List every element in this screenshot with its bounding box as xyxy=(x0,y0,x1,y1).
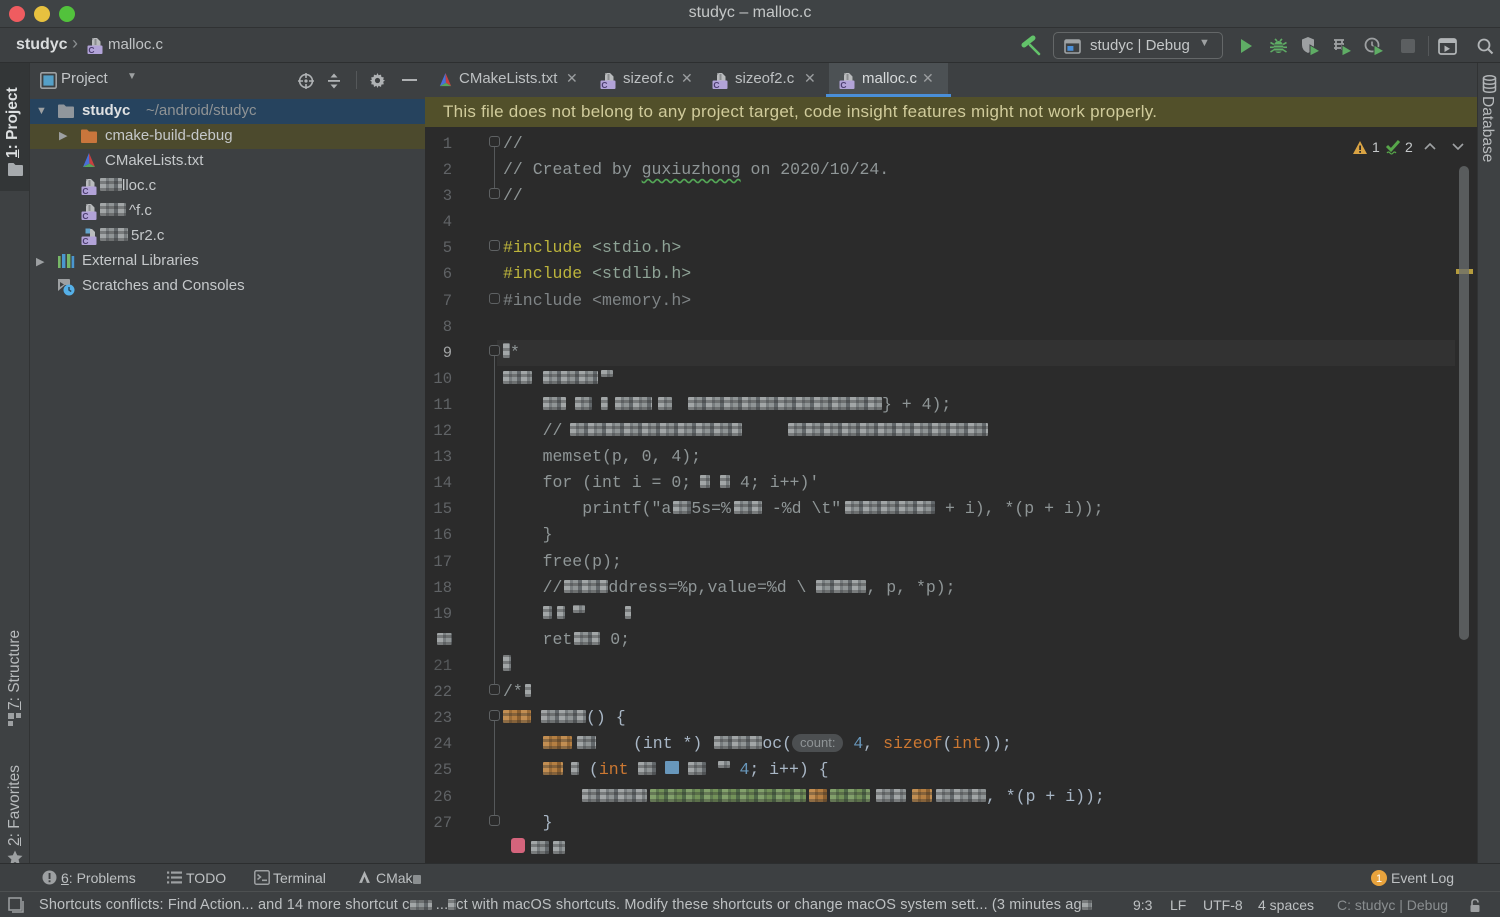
svg-text:C: C xyxy=(82,211,88,221)
svg-text:C: C xyxy=(840,80,846,90)
svg-text:1: 1 xyxy=(1376,873,1382,885)
svg-text:C: C xyxy=(82,236,88,246)
svg-text:C: C xyxy=(713,80,719,90)
svg-text:C: C xyxy=(601,80,607,90)
svg-text:C: C xyxy=(88,45,94,55)
svg-text:C: C xyxy=(82,186,88,196)
